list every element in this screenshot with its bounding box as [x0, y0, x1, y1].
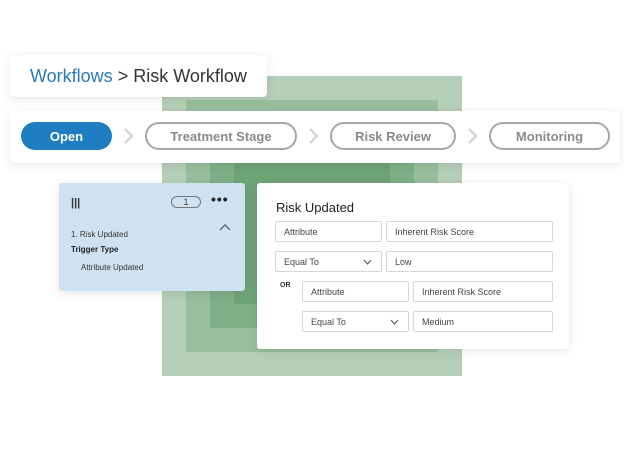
attribute-value-field-1[interactable]: Inherent Risk Score: [386, 221, 553, 242]
attribute-field-1[interactable]: Attribute: [275, 221, 382, 242]
stage-open-button[interactable]: Open: [21, 122, 112, 150]
operator-2-text: Equal To: [311, 316, 346, 327]
value-field-1[interactable]: Low: [386, 251, 553, 272]
chevron-up-icon[interactable]: [219, 223, 231, 231]
stage-risk-review-button[interactable]: Risk Review: [330, 122, 456, 150]
attribute-field-2-text: Attribute: [311, 286, 345, 297]
value-1-text: Low: [395, 256, 412, 267]
conditions-panel: Risk Updated Attribute Inherent Risk Sco…: [257, 183, 569, 349]
trigger-type-label: Trigger Type: [71, 245, 119, 254]
stage-monitoring-button[interactable]: Monitoring: [489, 122, 610, 150]
stage-treatment-button[interactable]: Treatment Stage: [145, 122, 297, 150]
more-options-icon[interactable]: •••: [211, 192, 229, 206]
stage-bar: Open Treatment Stage Risk Review Monitor…: [10, 111, 620, 163]
value-field-2[interactable]: Medium: [413, 311, 553, 332]
chevron-right-icon: [309, 128, 319, 144]
attribute-value-2-text: Inherent Risk Score: [422, 286, 502, 297]
attribute-value-1-text: Inherent Risk Score: [395, 226, 475, 237]
operator-select-2[interactable]: Equal To: [302, 311, 409, 332]
attribute-field-1-text: Attribute: [284, 226, 318, 237]
count-badge: 1: [171, 196, 201, 208]
chevron-right-icon: [468, 128, 478, 144]
trigger-type-value: Attribute Updated: [81, 263, 144, 272]
chevron-down-icon: [390, 319, 399, 325]
trigger-item-title: 1. Risk Updated: [71, 230, 128, 239]
attribute-value-field-2[interactable]: Inherent Risk Score: [413, 281, 553, 302]
breadcrumb: Workflows > Risk Workflow: [10, 55, 267, 97]
breadcrumb-link-workflows[interactable]: Workflows: [30, 66, 113, 87]
operator-1-text: Equal To: [284, 256, 319, 267]
attribute-field-2[interactable]: Attribute: [302, 281, 409, 302]
drag-handle-icon[interactable]: |||: [71, 197, 80, 209]
panel-title: Risk Updated: [276, 200, 355, 215]
or-label: OR: [280, 282, 291, 289]
value-2-text: Medium: [422, 316, 455, 327]
breadcrumb-separator: >: [117, 65, 129, 86]
trigger-card: ||| 1 ••• 1. Risk Updated Trigger Type A…: [59, 183, 245, 291]
operator-select-1[interactable]: Equal To: [275, 251, 382, 272]
chevron-right-icon: [124, 128, 134, 144]
breadcrumb-current: Risk Workflow: [133, 65, 247, 86]
chevron-down-icon: [363, 259, 372, 265]
